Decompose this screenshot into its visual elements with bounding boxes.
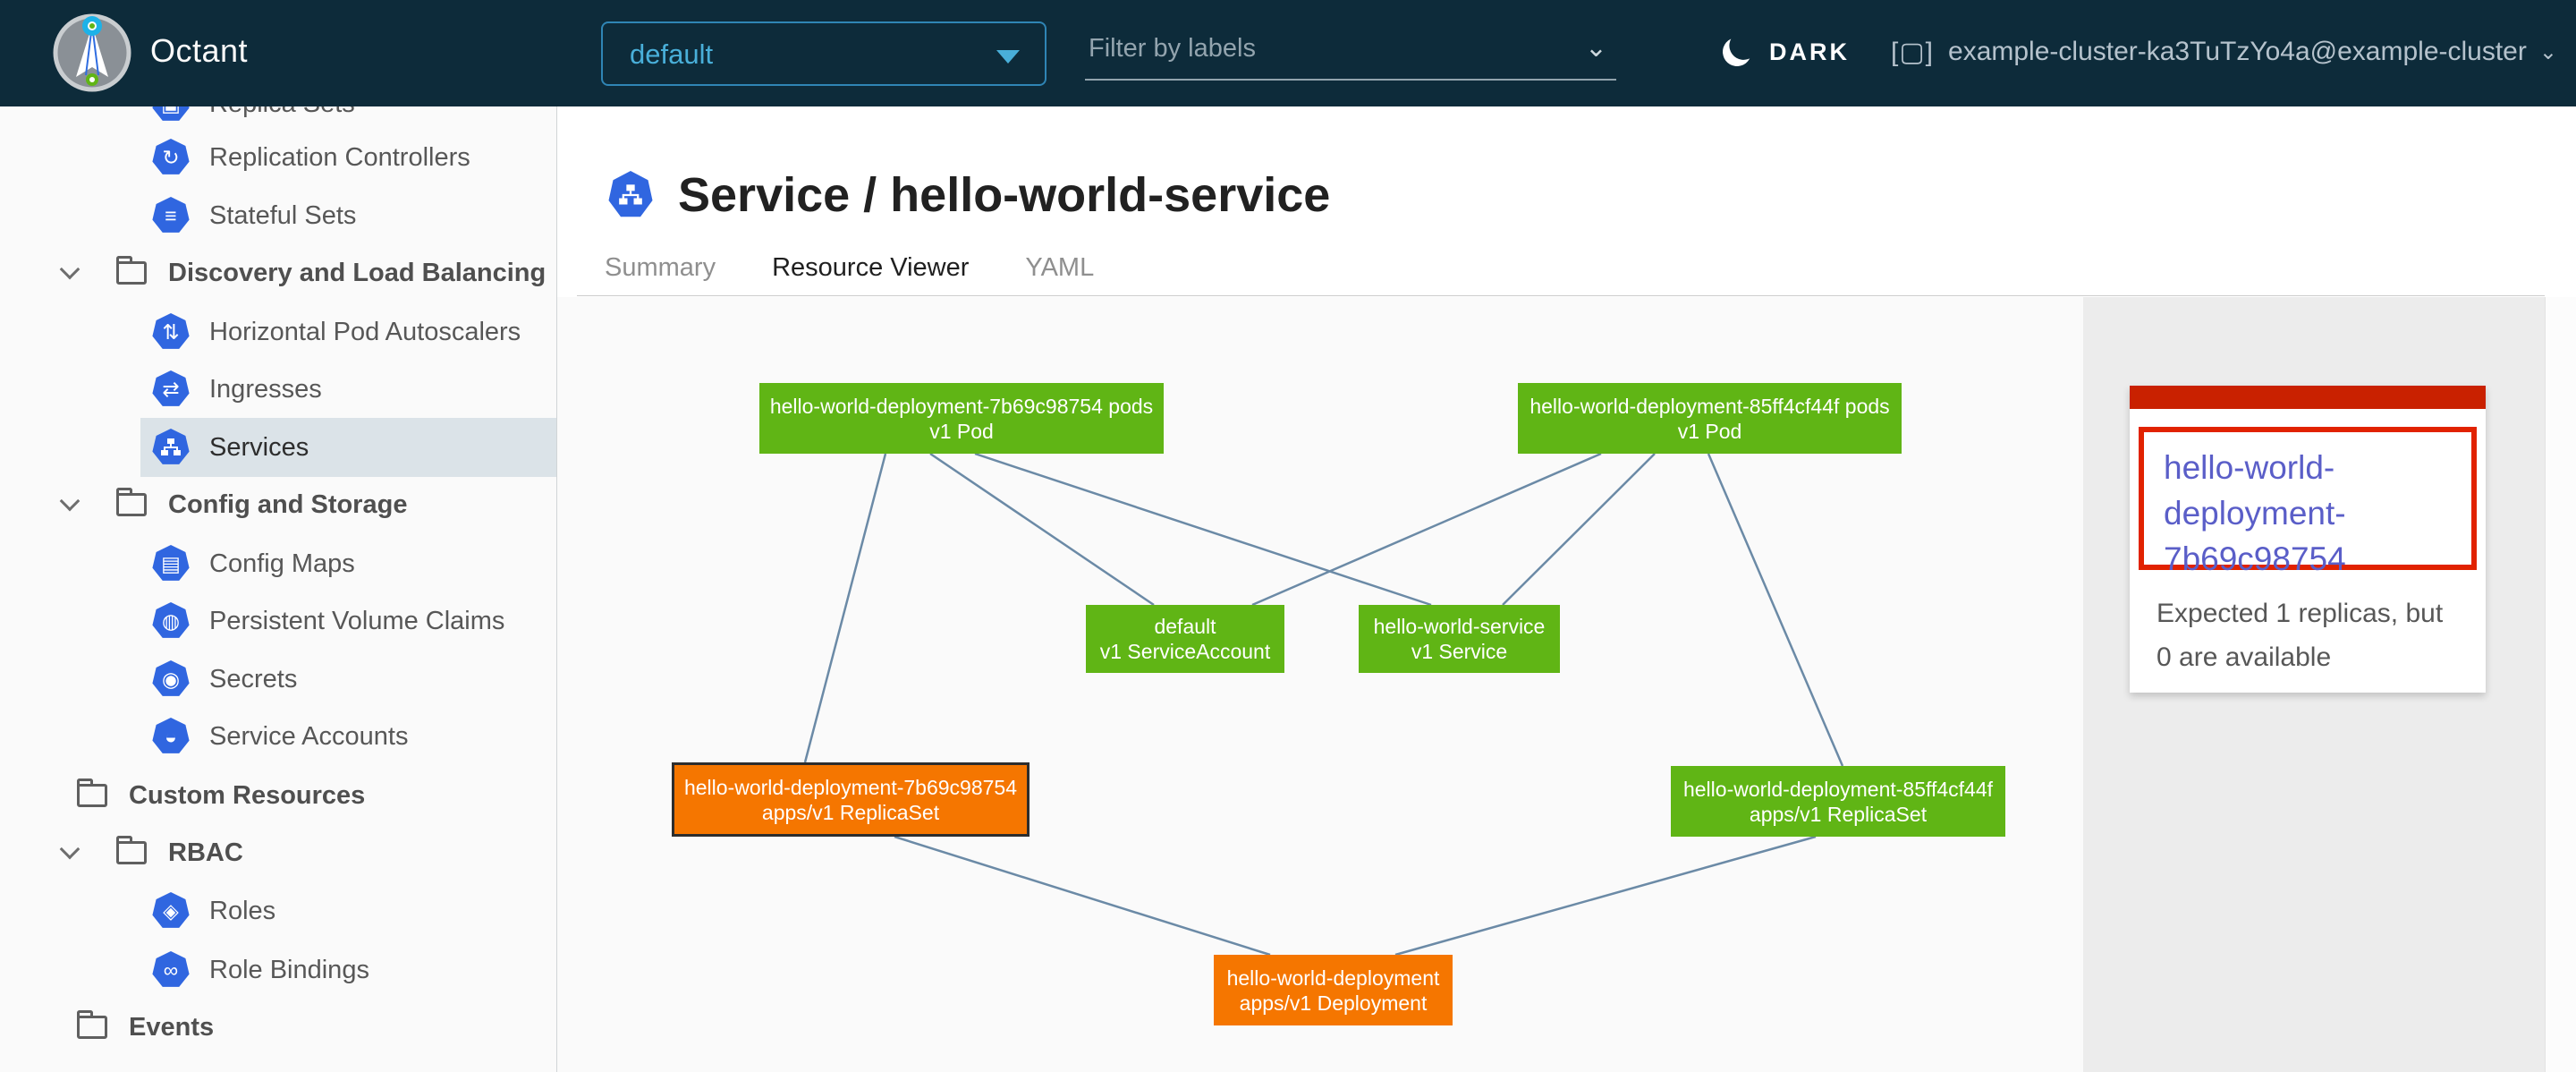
tab-resource-viewer[interactable]: Resource Viewer (772, 241, 969, 302)
ingress-icon: ⇄ (152, 370, 190, 408)
graph-node-pod-85ff4cf44f[interactable]: hello-world-deployment-85ff4cf44f pods v… (1518, 383, 1902, 454)
stateful-set-icon: ≡ (152, 197, 190, 234)
namespace-value: default (630, 38, 713, 71)
chevron-down-icon[interactable] (60, 491, 80, 512)
moon-icon (1719, 34, 1754, 69)
cluster-icon: [▢] (1891, 37, 1934, 68)
tab-yaml[interactable]: YAML (1025, 241, 1094, 302)
sidebar-item-ingresses[interactable]: ⇄ Ingresses (140, 360, 557, 419)
folder-icon (77, 784, 107, 807)
label-filter-placeholder: Filter by labels (1089, 34, 1256, 64)
sidebar-item-service-accounts[interactable]: ◒ Service Accounts (140, 707, 557, 766)
service-icon (152, 429, 190, 466)
dark-theme-toggle[interactable]: DARK (1723, 32, 1850, 72)
service-icon (608, 171, 653, 219)
label-filter-input[interactable]: Filter by labels ⌄ (1085, 21, 1616, 81)
folder-icon (116, 261, 147, 285)
sidebar-item-horizontal-pod-autoscalers[interactable]: ⇅ Horizontal Pod Autoscalers (140, 302, 557, 362)
sidebar-item-roles[interactable]: ◈ Roles (140, 881, 557, 940)
sidebar-group-discovery-load-balancing[interactable]: Discovery and Load Balancing (0, 243, 557, 302)
cluster-name: example-cluster-ka3TuTzYo4a@example-clus… (1948, 37, 2527, 67)
app-name: Octant (150, 32, 248, 70)
config-map-icon: ▤ (152, 545, 190, 583)
detail-panel: hello-world-deployment-7b69c98754 Expect… (2083, 297, 2576, 1072)
tab-summary[interactable]: Summary (605, 241, 716, 302)
namespace-dropdown[interactable]: default (601, 21, 1046, 86)
replica-set-icon: ▣ (152, 106, 190, 123)
service-account-icon: ◒ (152, 718, 190, 755)
hpa-icon: ⇅ (152, 313, 190, 351)
resource-tabs: Summary Resource Viewer YAML (605, 241, 1150, 302)
sidebar-item-persistent-volume-claims[interactable]: ◍ Persistent Volume Claims (140, 591, 557, 651)
dark-theme-label: DARK (1769, 38, 1850, 66)
chevron-down-icon[interactable] (60, 259, 80, 280)
page-title: Service / hello-world-service (678, 167, 1330, 223)
sidebar-group-custom-resources[interactable]: Custom Resources (0, 766, 557, 825)
role-binding-icon: ∞ (152, 951, 190, 989)
navigation-sidebar: ▣ Replica Sets ↻ Replication Controllers… (0, 106, 557, 1072)
sidebar-item-config-maps[interactable]: ▤ Config Maps (140, 534, 557, 593)
sidebar-group-rbac[interactable]: RBAC (0, 823, 557, 882)
sidebar-item-stateful-sets[interactable]: ≡ Stateful Sets (140, 186, 557, 245)
selected-resource-link[interactable]: hello-world-deployment-7b69c98754 (2164, 445, 2450, 582)
cluster-selector[interactable]: [▢] example-cluster-ka3TuTzYo4a@example-… (1891, 30, 2557, 73)
chevron-down-icon: ⌄ (2539, 39, 2557, 65)
folder-icon (116, 841, 147, 864)
sidebar-group-events[interactable]: Events (0, 998, 557, 1057)
graph-node-serviceaccount-default[interactable]: default v1 ServiceAccount (1086, 605, 1284, 673)
octant-logo-icon (52, 13, 132, 93)
sidebar-group-config-and-storage[interactable]: Config and Storage (0, 475, 557, 534)
sidebar-item-replication-controllers[interactable]: ↻ Replication Controllers (140, 128, 557, 187)
chevron-down-icon[interactable]: ⌄ (1585, 32, 1607, 64)
octant-app: Octant default Filter by labels ⌄ DARK [… (0, 0, 2576, 1072)
role-icon: ◈ (152, 892, 190, 930)
sidebar-item-secrets[interactable]: ◉ Secrets (140, 650, 557, 709)
graph-node-deployment-hello-world[interactable]: hello-world-deployment apps/v1 Deploymen… (1214, 955, 1453, 1025)
secret-icon: ◉ (152, 660, 190, 698)
replica-warning-message: Expected 1 replicas, but 0 are available (2157, 591, 2457, 679)
replication-controller-icon: ↻ (152, 139, 190, 176)
folder-icon (77, 1016, 107, 1039)
graph-node-service-hello-world[interactable]: hello-world-service v1 Service (1359, 605, 1560, 673)
sidebar-item-services[interactable]: Services (140, 418, 557, 477)
resource-graph: hello-world-deployment-7b69c98754 pods v… (557, 297, 2083, 1072)
chevron-down-icon[interactable] (60, 839, 80, 860)
tabs-divider (577, 295, 2545, 296)
app-header: Octant default Filter by labels ⌄ DARK [… (0, 0, 2576, 106)
caret-down-icon (996, 50, 1020, 64)
vertical-scrollbar[interactable] (2545, 297, 2576, 1072)
sidebar-item-role-bindings[interactable]: ∞ Role Bindings (140, 940, 557, 1000)
selected-resource-box: hello-world-deployment-7b69c98754 (2139, 427, 2477, 570)
graph-node-pod-7b69c98754[interactable]: hello-world-deployment-7b69c98754 pods v… (759, 383, 1164, 454)
folder-icon (116, 493, 147, 516)
alert-status-bar (2130, 386, 2486, 409)
main-content: Service / hello-world-service Summary Re… (557, 106, 2576, 1072)
graph-node-replicaset-7b69c98754[interactable]: hello-world-deployment-7b69c98754 apps/v… (672, 762, 1030, 837)
graph-node-replicaset-85ff4cf44f[interactable]: hello-world-deployment-85ff4cf44f apps/v… (1671, 766, 2005, 837)
pvc-icon: ◍ (152, 602, 190, 640)
selected-resource-card: hello-world-deployment-7b69c98754 Expect… (2130, 386, 2486, 693)
